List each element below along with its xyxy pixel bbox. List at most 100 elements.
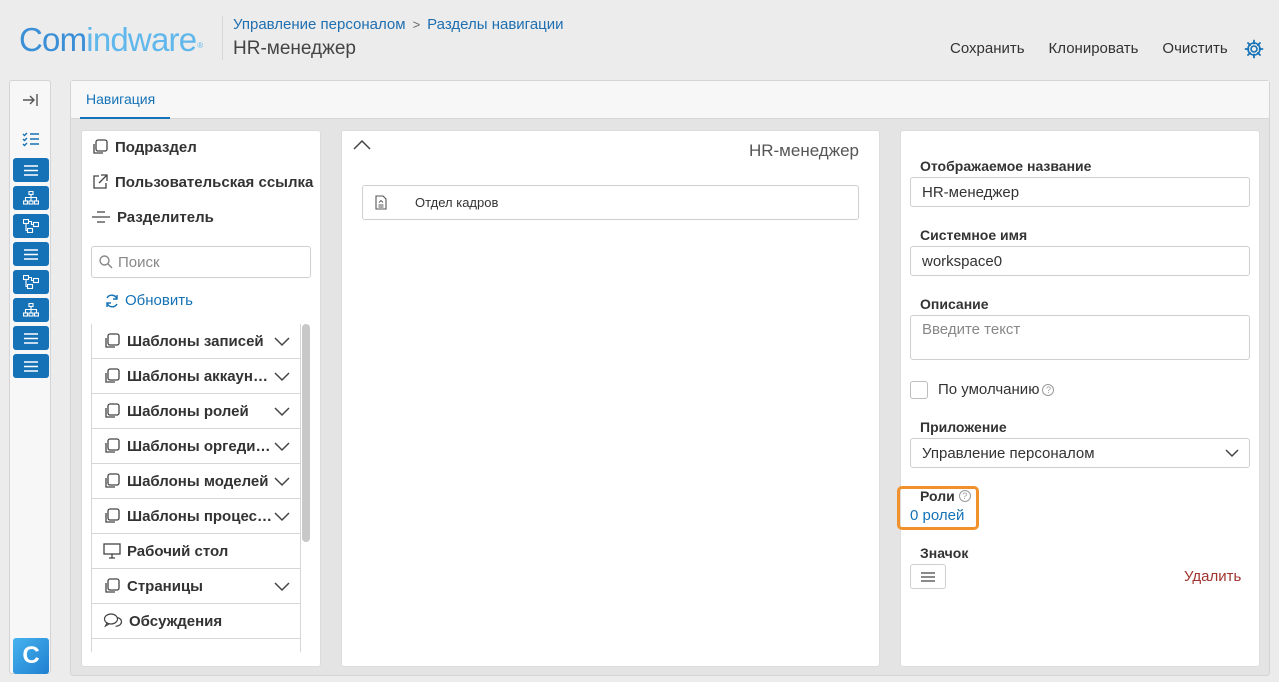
- tree-row-label: Шаблоны ролей: [127, 402, 249, 420]
- system-name-input[interactable]: workspace0: [910, 246, 1250, 276]
- system-name-label: Системное имя: [920, 227, 1028, 243]
- hierarchy-icon: [23, 303, 39, 317]
- delete-icon-link[interactable]: Удалить: [1184, 568, 1241, 585]
- structure-title: HR-менеджер: [748, 141, 859, 160]
- tool-separator[interactable]: Разделитель: [91, 208, 214, 226]
- chevron-down-icon[interactable]: [274, 369, 290, 386]
- chevron-down-icon[interactable]: [274, 334, 290, 351]
- tree-scrollbar[interactable]: [302, 324, 310, 542]
- tree-row[interactable]: Шаблоны аккаунтов: [92, 359, 300, 394]
- chevron-down-icon[interactable]: [274, 474, 290, 491]
- copy-icon: [103, 332, 121, 350]
- comindware-app-logo[interactable]: C: [13, 638, 49, 674]
- rail-button-8[interactable]: [13, 354, 49, 378]
- chevron-down-icon[interactable]: [274, 439, 290, 456]
- tree-row[interactable]: Страницы: [92, 569, 300, 604]
- default-checkbox[interactable]: [910, 381, 928, 399]
- rail-button-2[interactable]: [13, 186, 49, 210]
- copy-icon: [103, 472, 121, 490]
- tree-row[interactable]: Шаблоны оргединиц: [92, 429, 300, 464]
- copy-icon: [103, 437, 121, 455]
- tree-row[interactable]: Шаблоны ролей: [92, 394, 300, 429]
- description-label: Описание: [920, 296, 989, 312]
- application-label: Приложение: [920, 419, 1007, 435]
- tree-row-label: Шаблоны процессов: [127, 507, 275, 525]
- chevron-down-icon[interactable]: [274, 404, 290, 421]
- tree-row-label: Шаблоны оргединиц: [127, 437, 275, 455]
- refresh-button[interactable]: Обновить: [104, 292, 193, 309]
- chevron-down-icon: [1225, 448, 1239, 457]
- icon-picker-button[interactable]: [910, 564, 946, 589]
- process-icon: [23, 219, 39, 233]
- tree-row-label: Шаблоны аккаунтов: [127, 367, 275, 385]
- tree-row-label: Рабочий стол: [127, 542, 229, 560]
- chevron-down-icon[interactable]: [274, 509, 290, 526]
- template-tree: Шаблоны записей Шаблоны аккаунтов Шаблоны …: [91, 324, 301, 652]
- save-button[interactable]: Сохранить: [950, 40, 1025, 57]
- chevron-down-icon[interactable]: [274, 579, 290, 596]
- properties-panel: [900, 130, 1260, 667]
- tree-row[interactable]: Рабочий стол: [92, 534, 300, 569]
- tool-subsection[interactable]: Подраздел: [91, 138, 197, 156]
- tree-row[interactable]: Обсуждения: [92, 604, 300, 639]
- refresh-icon: [106, 294, 118, 307]
- clone-button[interactable]: Клонировать: [1049, 40, 1139, 57]
- chevron-up-icon[interactable]: [353, 138, 371, 152]
- rail-button-5[interactable]: [13, 270, 49, 294]
- search-placeholder: Поиск: [118, 253, 160, 271]
- tool-custom-link-label: Пользовательская ссылка: [115, 173, 314, 191]
- rail-button-3[interactable]: [13, 214, 49, 238]
- tool-subsection-label: Подраздел: [115, 138, 197, 156]
- roles-label: Роли ?: [920, 488, 971, 504]
- roles-link[interactable]: 0 ролей: [910, 507, 964, 524]
- clear-button[interactable]: Очистить: [1162, 40, 1227, 57]
- refresh-label: Обновить: [125, 292, 193, 309]
- description-textarea[interactable]: Введите текст: [910, 315, 1250, 360]
- tree-row[interactable]: Шаблоны процессов: [92, 499, 300, 534]
- rail-button-6[interactable]: [13, 298, 49, 322]
- display-name-input[interactable]: HR-менеджер: [910, 177, 1250, 207]
- copy-icon: [93, 139, 108, 154]
- rail-button-4[interactable]: [13, 242, 49, 266]
- list-icon: [24, 248, 38, 260]
- expand-rail-icon[interactable]: [20, 90, 42, 110]
- rail-button-7[interactable]: [13, 326, 49, 350]
- search-input[interactable]: Поиск: [91, 246, 311, 278]
- breadcrumb-item-nav-sections[interactable]: Разделы навигации: [427, 16, 563, 33]
- tree-row-label: Шаблоны записей: [127, 332, 264, 350]
- nav-item-label: Отдел кадров: [415, 195, 499, 210]
- gear-icon[interactable]: [1244, 39, 1264, 59]
- tab-bar: [71, 81, 1269, 119]
- tab-navigation[interactable]: Навигация: [86, 91, 155, 107]
- icon-label: Значок: [920, 545, 969, 561]
- rail-button-1[interactable]: [13, 158, 49, 182]
- tree-row[interactable]: Шаблоны записей: [92, 324, 300, 359]
- list-icon: [24, 332, 38, 344]
- breadcrumb-item-hr[interactable]: Управление персоналом: [233, 16, 406, 33]
- roles-label-text: Роли: [920, 488, 955, 504]
- copy-icon: [103, 577, 121, 595]
- external-link-icon: [93, 174, 108, 189]
- chat-icon: [103, 612, 123, 630]
- breadcrumb-separator: >: [412, 17, 421, 32]
- tree-row-label: Обсуждения: [129, 612, 223, 630]
- process-icon: [23, 275, 39, 289]
- page-title: HR-менеджер: [233, 38, 356, 59]
- desktop-icon: [103, 542, 121, 560]
- copy-icon: [103, 367, 121, 385]
- tool-separator-label: Разделитель: [117, 208, 214, 226]
- help-icon[interactable]: ?: [958, 490, 971, 502]
- checklist-icon[interactable]: [20, 129, 42, 149]
- help-icon[interactable]: ?: [1042, 383, 1055, 396]
- list-icon: [24, 164, 38, 176]
- search-icon: [99, 255, 113, 269]
- tree-row[interactable]: Шаблоны моделей: [92, 464, 300, 499]
- header-actions: Сохранить Клонировать Очистить: [950, 40, 1228, 57]
- tree-row-label: Шаблоны моделей: [127, 472, 269, 490]
- application-select[interactable]: Управление персоналом: [910, 438, 1250, 468]
- default-label-text: По умолчанию: [938, 381, 1040, 398]
- comindware-logo: Comindware®: [19, 21, 203, 58]
- display-name-label: Отображаемое название: [920, 158, 1092, 174]
- nav-item-hr-department[interactable]: Отдел кадров: [362, 185, 859, 220]
- tool-custom-link[interactable]: Пользовательская ссылка: [91, 173, 313, 191]
